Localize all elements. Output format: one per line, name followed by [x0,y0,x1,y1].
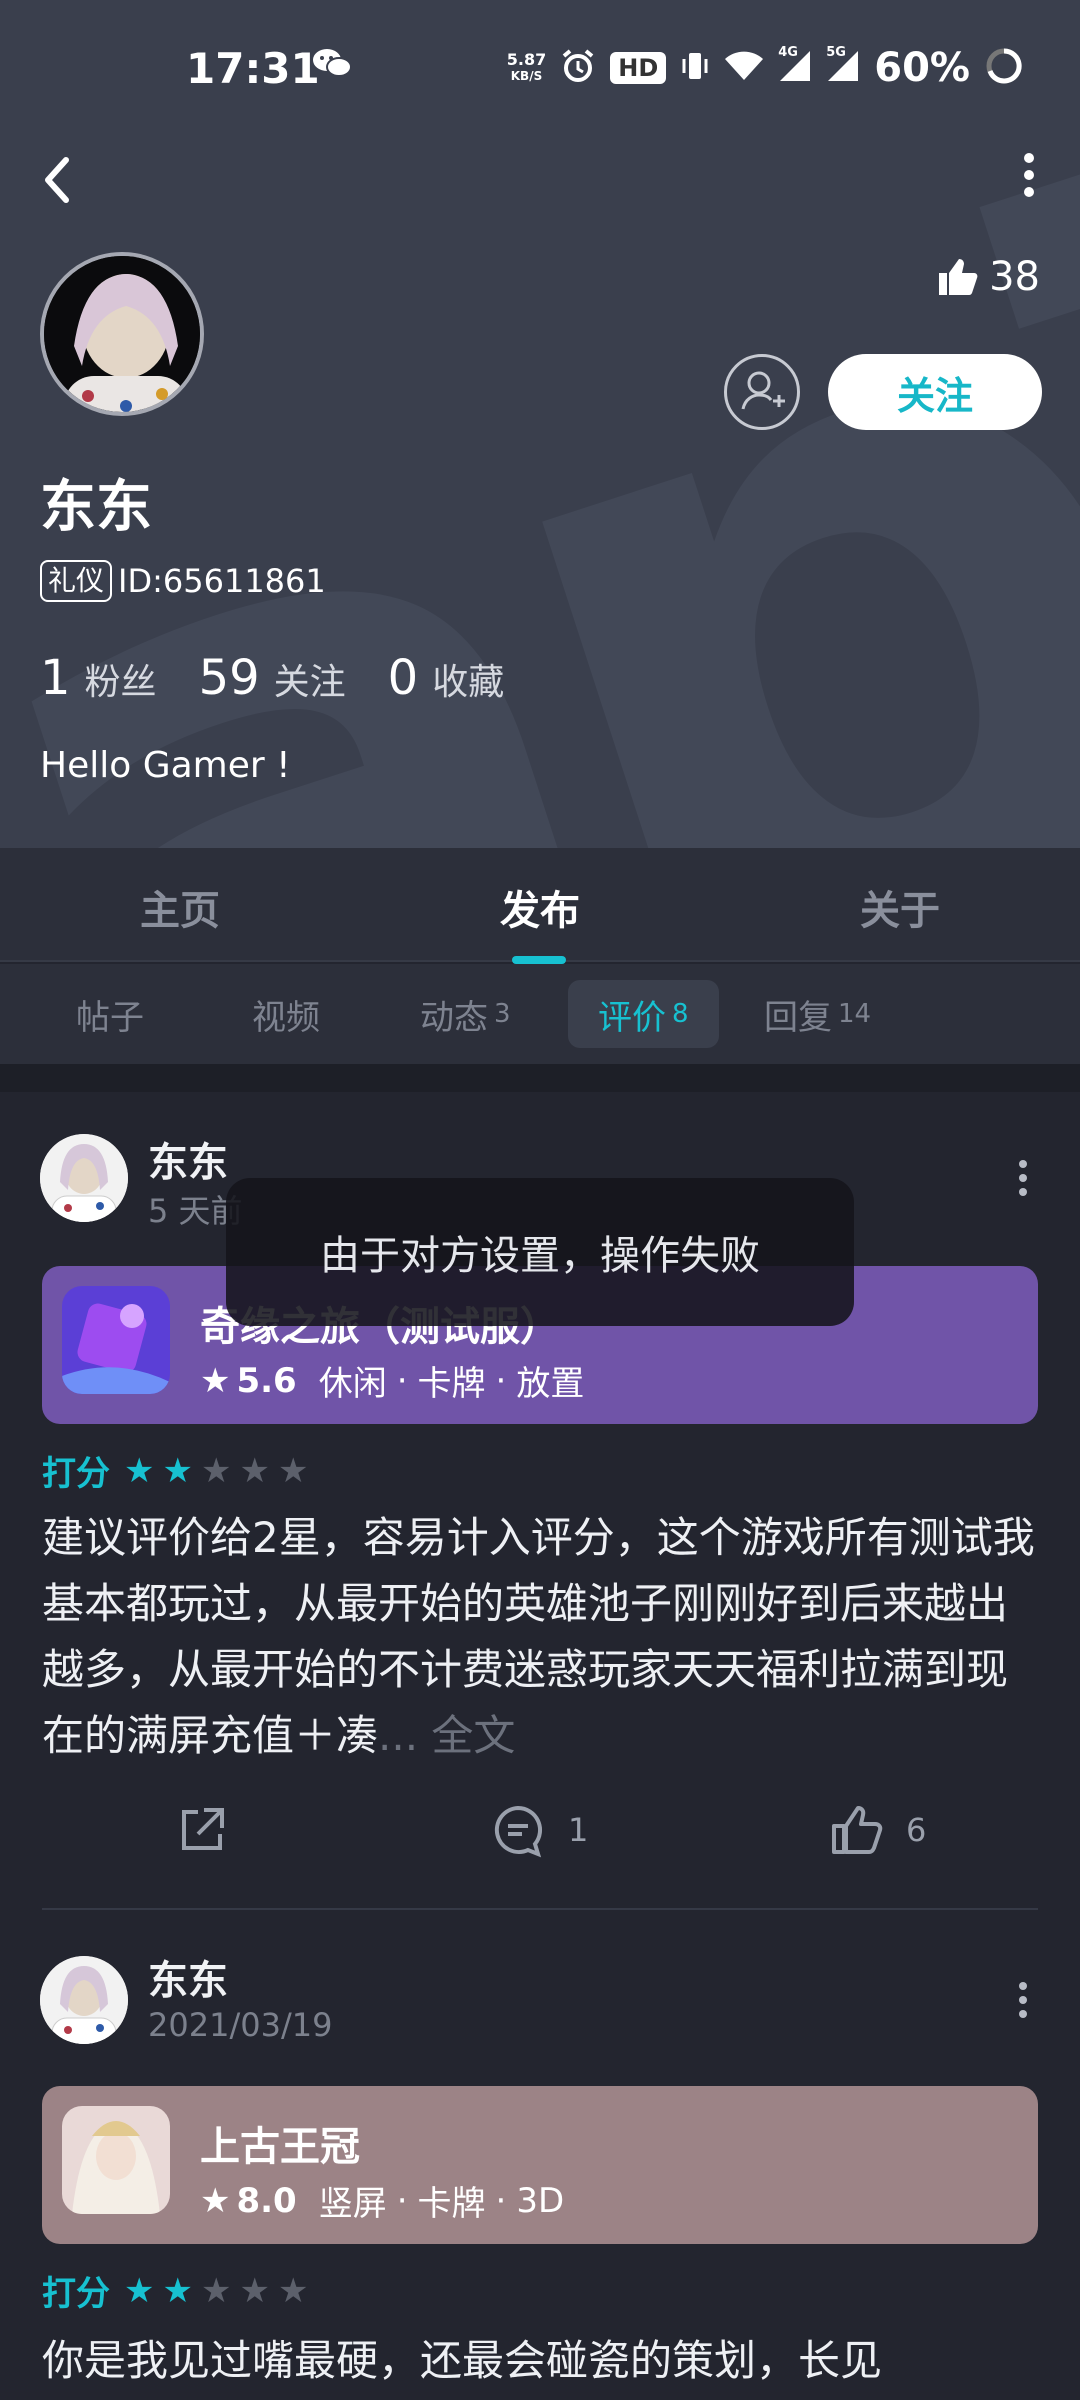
more-vertical-icon[interactable] [1016,1158,1030,1198]
game-score: 8.0 [236,2180,297,2221]
wechat-icon [312,46,352,84]
signal-4g-icon: 4G [778,45,812,87]
rating-label: 打分 [42,2274,110,2314]
like-button[interactable]: 6 [828,1802,926,1858]
comment-icon [494,1805,543,1858]
game-tag: 卡牌 [417,1364,486,1404]
subtab-videos[interactable]: 视频 [222,980,350,1048]
game-tag: 竖屏 [318,2184,387,2224]
main-tabs: 主页 发布 关于 [0,848,1080,962]
star-icon: ★ [124,1450,155,1491]
star-icon: ★ [277,1450,309,1491]
rating-row: 打分 ★ ★ ★ ★ ★ [42,1446,308,1495]
fans-stat[interactable]: 1 粉丝 [40,650,157,706]
battery-ring-icon [984,46,1024,90]
star-icon: ★ [124,2270,155,2311]
game-tag: 放置 [516,1364,585,1404]
game-tag: 休闲 [318,1364,387,1404]
active-tab-indicator [512,956,566,964]
tab-home[interactable]: 主页 [140,878,220,936]
hd-voice-badge: HD [610,52,667,84]
profile-bio: Hello Gamer ! [40,745,291,786]
star-icon: ★ [200,1450,232,1491]
vibrate-icon [680,49,710,87]
game-card[interactable]: 上古王冠 ★ 8.0 竖屏 · 卡牌 · 3D [42,2086,1038,2244]
review-author[interactable]: 东东 [148,1948,228,2006]
game-name: 上古王冠 [200,2124,360,2170]
game-score: 5.6 [236,1360,297,1401]
review-text[interactable]: 你是我见过嘴最硬，还最会碰瓷的策划，长见 [42,2328,1042,2394]
share-icon [182,1808,224,1850]
game-icon [62,1286,170,1394]
review-actions: 1 6 [0,1802,1080,1882]
review-avatar[interactable] [40,1134,128,1222]
star-icon: ★ [200,1360,231,1401]
rating-row: 打分 ★ ★ ★ ★ ★ [42,2266,308,2315]
star-icon: ★ [200,2180,231,2221]
star-icon: ★ [277,2270,309,2311]
star-icon: ★ [200,2270,232,2311]
following-stat[interactable]: 59 关注 [199,650,346,706]
thumbs-up-icon [939,259,978,295]
review-time: 2021/03/19 [148,2006,333,2044]
profile-name: 东东 [40,475,152,540]
tab-posts[interactable]: 发布 [500,878,580,936]
likes-count: 38 [989,254,1040,300]
sub-tabs: 帖子 视频 动态 3 评价 8 回复 14 [0,964,1080,1064]
favorites-stat[interactable]: 0 收藏 [388,650,505,706]
game-tag: 卡牌 [417,2184,486,2224]
divider [42,1908,1038,1910]
status-time: 17:31 [186,43,320,93]
status-bar: 17:31 5.87 KB/S HD 4G 5G 60% [0,36,1080,100]
comment-count: 1 [568,1811,589,1849]
game-meta: ★ 5.6 休闲 · 卡牌 · 放置 [200,1356,584,1405]
star-icon: ★ [162,2270,193,2311]
follow-button[interactable]: 关注 [828,354,1042,430]
back-arrow-icon[interactable] [38,150,78,210]
alarm-icon [560,48,596,88]
like-count: 6 [906,1811,927,1849]
user-id: ID:65611861 [118,562,326,600]
subtab-reviews[interactable]: 评价 8 [568,980,719,1048]
share-button[interactable] [174,1802,230,1858]
likes-counter[interactable]: 38 [935,254,1040,300]
star-icon: ★ [239,1450,270,1491]
comment-button[interactable]: 1 [490,1802,588,1858]
add-user-icon [741,371,785,410]
more-vertical-icon[interactable] [1014,150,1044,200]
review-text[interactable]: 建议评价给2星，容易计入评分，这个游戏所有测试我基本都玩过，从最开始的英雄池子刚… [42,1505,1042,1769]
more-vertical-icon[interactable] [1016,1980,1030,2020]
rating-label: 打分 [42,1454,110,1494]
avatar[interactable] [40,252,204,416]
review-avatar[interactable] [40,1956,128,2044]
profile-header: apTap 17:31 5.87 KB/S HD 4G [0,0,1080,848]
game-tag: 3D [516,2180,565,2221]
star-icon: ★ [162,1450,193,1491]
game-icon [62,2106,170,2214]
review-author[interactable]: 东东 [148,1130,228,1188]
wifi-icon [724,50,764,86]
battery-percent: 60% [874,45,970,91]
star-icon: ★ [239,2270,270,2311]
net-speed: 5.87 KB/S [506,50,547,84]
section-divider [0,1064,1080,1092]
subtab-moments[interactable]: 动态 3 [390,980,541,1048]
subtab-threads[interactable]: 帖子 [46,980,174,1048]
game-meta: ★ 8.0 竖屏 · 卡牌 · 3D [200,2176,564,2225]
subtab-replies[interactable]: 回复 14 [734,980,901,1048]
profile-stats: 1 粉丝 59 关注 0 收藏 [40,650,546,706]
thumbs-up-icon [832,1806,883,1854]
add-friend-button[interactable] [724,354,800,430]
toast-message: 由于对方设置，操作失败 [226,1178,854,1326]
id-row: 礼仪 ID:65611861 [40,560,326,602]
signal-5g-icon: 5G [826,45,860,87]
read-more-link[interactable]: ... 全文 [378,1711,515,1760]
etiquette-badge[interactable]: 礼仪 [40,560,113,602]
tab-about[interactable]: 关于 [860,878,940,936]
